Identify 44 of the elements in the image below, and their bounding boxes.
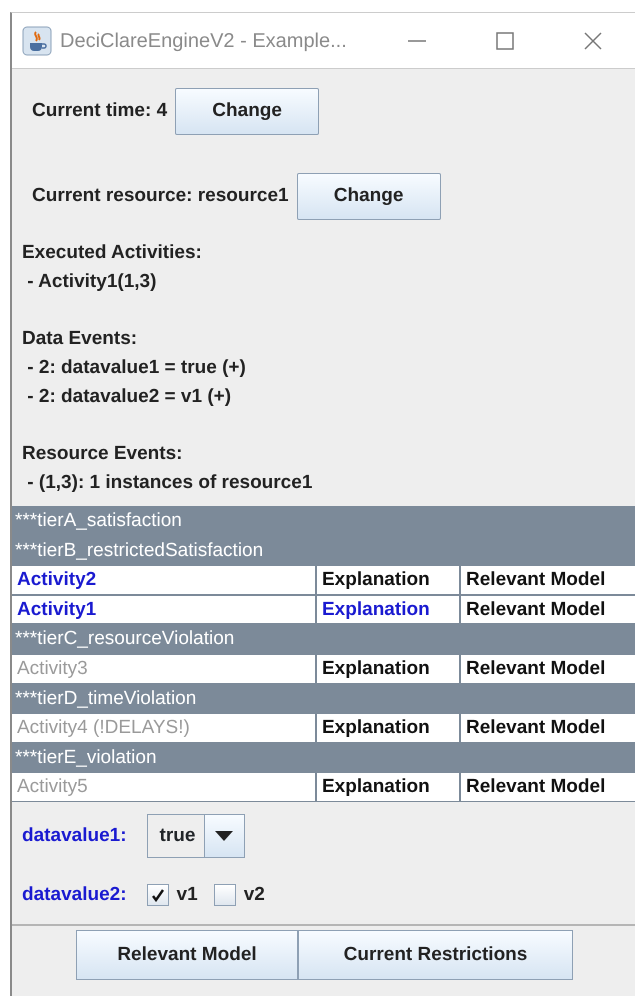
relevant-model-link[interactable]: Relevant Model (461, 773, 635, 801)
section-heading: Executed Activities: (22, 241, 203, 265)
tier-header: ***tierA_satisfaction (12, 506, 635, 536)
datavalue-label: datavalue1: (22, 824, 127, 848)
current-time-label: Current time: 4 (32, 99, 168, 124)
datavalue-label: datavalue2: (22, 882, 127, 907)
explanation-link[interactable]: Explanation (317, 596, 459, 624)
caret-icon (215, 830, 234, 841)
relevant-model-link[interactable]: Relevant Model (461, 654, 635, 683)
value-dropdown[interactable]: true (146, 814, 245, 858)
explanation-link[interactable]: Explanation (317, 654, 459, 683)
option-label: v1 (176, 882, 198, 907)
checkbox[interactable] (146, 884, 169, 906)
event-item: - Activity1(1,3) (26, 270, 158, 294)
activity-name[interactable]: Activity2 (12, 566, 315, 594)
change-resource-button[interactable]: Change (296, 173, 441, 220)
relevant-model-link[interactable]: Relevant Model (461, 566, 635, 594)
option-label: v2 (244, 882, 265, 907)
close-icon (583, 30, 603, 50)
maximize-icon (495, 30, 515, 50)
explanation-link[interactable]: Explanation (317, 773, 459, 801)
relevant-model-link[interactable]: Relevant Model (461, 596, 635, 624)
tier-header: ***tierD_timeViolation (12, 684, 635, 714)
change-time-button[interactable]: Change (175, 88, 320, 135)
window-title: DeciClareEngineV2 - Example... (60, 28, 347, 54)
tier-header: ***tierE_violation (12, 742, 635, 772)
activity-name[interactable]: Activity1 (12, 596, 315, 624)
section-heading: Resource Events: (22, 442, 184, 466)
tier-header: ***tierC_resourceViolation (12, 624, 635, 654)
current-resource-label: Current resource: resource1 (32, 184, 289, 208)
event-item: - (1,3): 1 instances of resource1 (26, 471, 314, 495)
section-heading: Data Events: (22, 327, 138, 351)
explanation-link[interactable]: Explanation (317, 714, 459, 742)
minimize-icon (407, 40, 427, 42)
relevant-model-link[interactable]: Relevant Model (461, 714, 635, 742)
event-item: - 2: datavalue2 = v1 (+) (26, 385, 232, 409)
check-icon (150, 888, 165, 902)
java-cup-icon (22, 26, 52, 56)
event-item: - 2: datavalue1 = true (+) (26, 356, 247, 380)
explanation-link[interactable]: Explanation (317, 566, 459, 594)
action-button[interactable]: Current Restrictions (298, 930, 573, 980)
checkbox[interactable] (214, 884, 236, 906)
tier-header: ***tierB_restrictedSatisfaction (12, 536, 635, 566)
action-button[interactable]: Relevant Model (76, 930, 298, 980)
